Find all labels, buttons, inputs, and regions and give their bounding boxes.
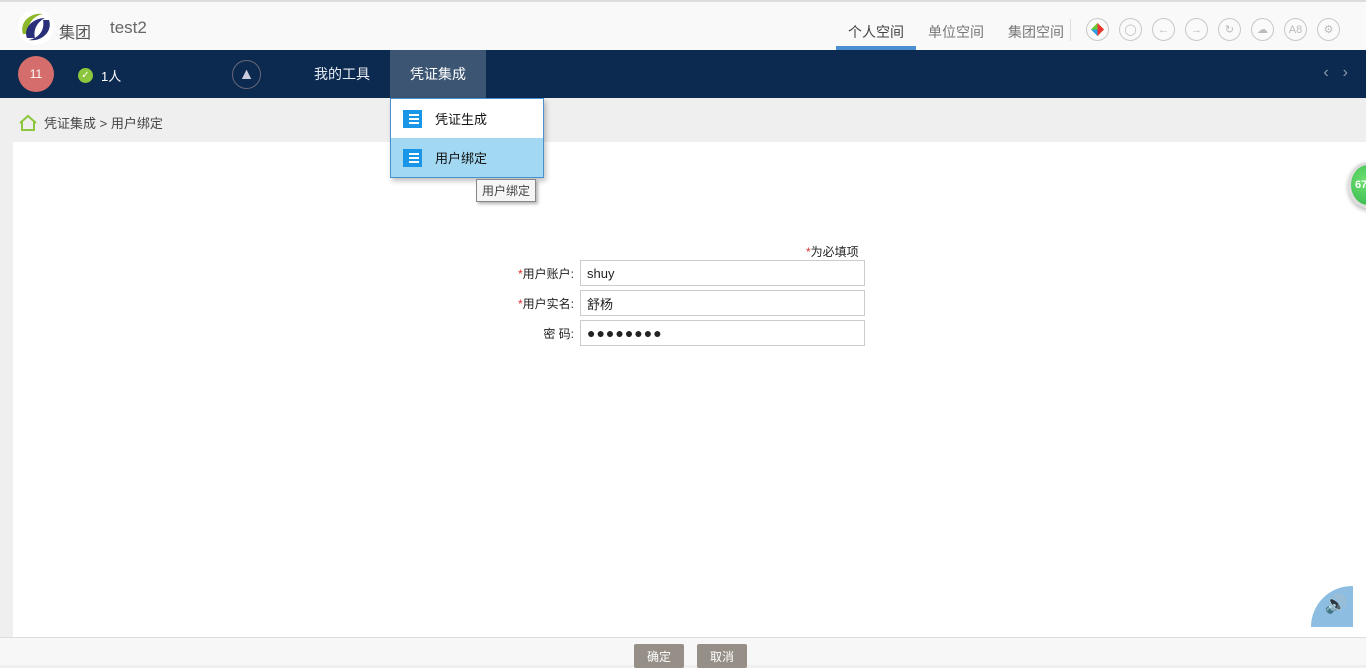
menu-voucher-integration[interactable]: 凭证集成 [390, 50, 486, 98]
navigation-arrow-icon[interactable]: ▲ [232, 60, 261, 89]
breadcrumb: 凭证集成 > 用户绑定 [18, 113, 163, 132]
main-nav: 11 ✓ 1人 ▲ 我的工具 凭证集成 ‹ › [0, 50, 1366, 98]
app-center-icon[interactable] [1086, 18, 1109, 41]
menu-my-tools[interactable]: 我的工具 [296, 50, 388, 98]
tab-personal-space[interactable]: 个人空间 [836, 2, 916, 50]
tab-unit-space[interactable]: 单位空间 [916, 2, 996, 50]
menu-item-voucher-generate[interactable]: 凭证生成 [391, 99, 543, 138]
divider [1070, 19, 1071, 41]
org-name: 集团 [59, 25, 92, 42]
confirm-button[interactable]: 确定 [634, 644, 684, 668]
check-icon: ✓ [78, 68, 93, 83]
online-count: 1人 [101, 69, 122, 84]
breadcrumb-path: 凭证集成 > 用户绑定 [44, 116, 163, 131]
name-label: *用户实名: [517, 296, 574, 311]
menu-item-user-binding[interactable]: 用户绑定 [391, 138, 543, 177]
password-input[interactable] [580, 320, 865, 346]
list-icon [403, 109, 422, 128]
tooltip: 用户绑定 [476, 179, 537, 202]
top-header: 集团 test2 个人空间 单位空间 集团空间 ◯ ← → ↻ ☁ A8 ⚙ [0, 0, 1366, 50]
account-label: *用户账户: [517, 266, 574, 281]
footer-bar: 确定 取消 [0, 637, 1366, 668]
content-area [13, 142, 1366, 637]
back-icon[interactable]: ← [1152, 18, 1175, 41]
company-logo [18, 9, 54, 45]
space-tabs: 个人空间 单位空间 集团空间 [836, 2, 1076, 50]
forward-icon[interactable]: → [1185, 18, 1208, 41]
menu-item-label: 用户绑定 [435, 151, 488, 166]
chevron-left-icon[interactable]: ‹ [1323, 64, 1328, 82]
message-count-badge[interactable]: 11 [18, 56, 54, 92]
home-icon[interactable] [18, 114, 38, 132]
account-input[interactable] [580, 260, 865, 286]
voucher-dropdown-menu: 凭证生成 用户绑定 [390, 98, 544, 178]
cancel-button[interactable]: 取消 [697, 644, 747, 668]
search-icon[interactable]: ◯ [1119, 18, 1142, 41]
real-name-input[interactable] [580, 290, 865, 316]
online-users[interactable]: ✓ 1人 [78, 66, 121, 85]
chevron-right-icon[interactable]: › [1343, 64, 1348, 82]
required-note: *为必填项 [806, 245, 859, 259]
chat-icon[interactable]: ☁ [1251, 18, 1274, 41]
tab-group-space[interactable]: 集团空间 [996, 2, 1076, 50]
password-row: 密 码: [490, 320, 865, 346]
a8-icon[interactable]: A8 [1284, 18, 1307, 41]
account-row: *用户账户: [490, 260, 865, 286]
name-row: *用户实名: [490, 290, 865, 316]
menu-item-label: 凭证生成 [435, 112, 488, 127]
account-name[interactable]: test2 [110, 18, 147, 38]
password-label: 密 码: [543, 326, 574, 341]
refresh-icon[interactable]: ↻ [1218, 18, 1241, 41]
list-icon [403, 148, 422, 167]
gear-icon[interactable]: ⚙ [1317, 18, 1340, 41]
